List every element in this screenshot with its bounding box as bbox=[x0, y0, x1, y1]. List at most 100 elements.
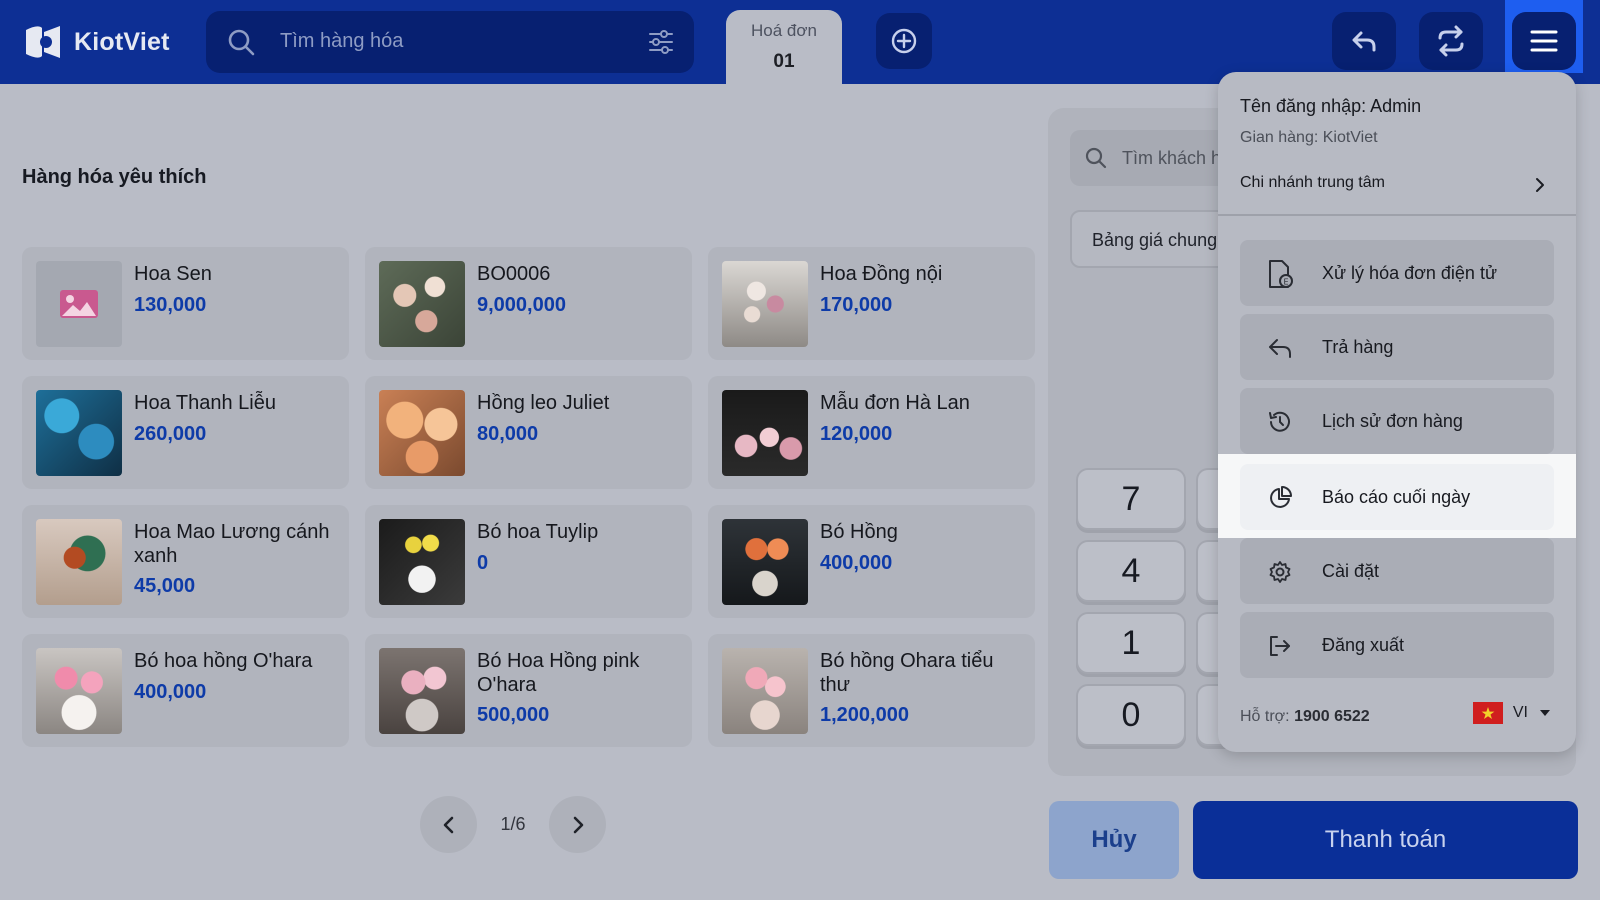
hamburger-icon bbox=[1530, 30, 1558, 52]
undo-button[interactable] bbox=[1332, 12, 1396, 70]
product-card[interactable]: Bó hoa Tuylip 0 bbox=[365, 505, 692, 618]
product-card[interactable]: Hoa Đồng nội 170,000 bbox=[708, 247, 1035, 360]
product-name: Bó hoa hồng O'hara bbox=[134, 650, 313, 672]
product-image bbox=[379, 390, 465, 476]
sync-icon bbox=[1438, 25, 1464, 57]
product-name: Hoa Sen bbox=[134, 263, 212, 285]
product-price: 170,000 bbox=[820, 294, 893, 316]
product-price: 1,200,000 bbox=[820, 704, 909, 726]
plus-circle-icon bbox=[891, 28, 917, 54]
product-image bbox=[36, 519, 122, 605]
menu-item-logout[interactable]: Đăng xuất bbox=[1240, 612, 1554, 678]
return-icon bbox=[1266, 334, 1294, 362]
menu-item-daily-report[interactable]: Báo cáo cuối ngày bbox=[1240, 464, 1554, 530]
product-name: Mẫu đơn Hà Lan bbox=[820, 392, 970, 414]
key-0[interactable]: 0 bbox=[1076, 684, 1186, 746]
product-price: 400,000 bbox=[820, 552, 893, 574]
gear-icon bbox=[1266, 558, 1294, 586]
pagination: 1/6 bbox=[420, 796, 606, 853]
undo-icon bbox=[1352, 31, 1376, 52]
product-price: 130,000 bbox=[134, 294, 207, 316]
next-page-button[interactable] bbox=[549, 796, 606, 853]
product-image bbox=[722, 261, 808, 347]
tab-invoice-01[interactable]: Hoá đơn 01 bbox=[726, 10, 842, 86]
menu-button[interactable] bbox=[1512, 12, 1576, 70]
shop-name: Gian hàng: KiotViet bbox=[1240, 129, 1378, 146]
product-price: 9,000,000 bbox=[477, 294, 566, 316]
brand-logo: KiotViet bbox=[22, 22, 170, 62]
product-image bbox=[379, 261, 465, 347]
product-image bbox=[722, 519, 808, 605]
product-card[interactable]: Bó Hồng 400,000 bbox=[708, 505, 1035, 618]
product-image bbox=[722, 390, 808, 476]
svg-text:E: E bbox=[1284, 278, 1289, 287]
pay-button[interactable]: Thanh toán bbox=[1193, 801, 1578, 879]
menu-item-order-history[interactable]: Lịch sử đơn hàng bbox=[1240, 388, 1554, 454]
menu-item-e-invoice[interactable]: E Xử lý hóa đơn điện tử bbox=[1240, 240, 1554, 306]
product-price: 0 bbox=[477, 552, 489, 574]
menu-item-label: Cài đặt bbox=[1322, 561, 1380, 581]
product-image bbox=[379, 519, 465, 605]
product-image bbox=[36, 390, 122, 476]
caret-down-icon bbox=[1540, 710, 1550, 716]
brand-name: KiotViet bbox=[74, 27, 170, 56]
product-price: 120,000 bbox=[820, 423, 893, 445]
product-price: 400,000 bbox=[134, 681, 207, 703]
product-name: Bó hồng Ohara tiểu thư bbox=[820, 650, 994, 696]
login-username: Tên đăng nhập: Admin bbox=[1240, 96, 1422, 116]
product-name: BO0006 bbox=[477, 263, 551, 285]
product-card[interactable]: Hồng leo Juliet 80,000 bbox=[365, 376, 692, 489]
filter-icon[interactable] bbox=[648, 29, 674, 55]
product-grid: Hoa Sen 130,000 BO0006 9,000,000 Hoa Đồn… bbox=[22, 247, 1035, 747]
product-card[interactable]: Hoa Sen 130,000 bbox=[22, 247, 349, 360]
menu-item-returns[interactable]: Trả hàng bbox=[1240, 314, 1554, 380]
product-name: Bó Hoa Hồng pink O'hara bbox=[477, 650, 640, 696]
product-price: 260,000 bbox=[134, 423, 207, 445]
key-7[interactable]: 7 bbox=[1076, 468, 1186, 530]
branch-selector[interactable]: Chi nhánh trung tâm bbox=[1240, 174, 1385, 192]
divider bbox=[1218, 214, 1576, 216]
chevron-left-icon bbox=[443, 816, 453, 833]
product-card[interactable]: Bó hoa hồng O'hara 400,000 bbox=[22, 634, 349, 747]
tab-number: 01 bbox=[773, 51, 795, 72]
product-search[interactable]: Tìm hàng hóa bbox=[206, 11, 694, 73]
chevron-right-icon bbox=[573, 816, 583, 833]
product-card[interactable]: Mẫu đơn Hà Lan 120,000 bbox=[708, 376, 1035, 489]
search-icon bbox=[1085, 147, 1107, 169]
sync-button[interactable] bbox=[1419, 12, 1483, 70]
product-card[interactable]: Bó Hoa Hồng pink O'hara 500,000 bbox=[365, 634, 692, 747]
product-image bbox=[722, 648, 808, 734]
add-invoice-button[interactable] bbox=[876, 13, 932, 69]
product-card[interactable]: Hoa Thanh Liễu 260,000 bbox=[22, 376, 349, 489]
support-info: Hỗ trợ: 1900 6522 bbox=[1240, 708, 1370, 726]
menu-item-label: Xử lý hóa đơn điện tử bbox=[1322, 263, 1497, 283]
product-name: Bó Hồng bbox=[820, 521, 898, 543]
product-name: Hoa Đồng nội bbox=[820, 263, 943, 285]
menu-item-label: Trả hàng bbox=[1322, 337, 1394, 357]
language-selector[interactable]: VI bbox=[1472, 702, 1552, 724]
search-input[interactable]: Tìm hàng hóa bbox=[280, 30, 403, 53]
tab-label: Hoá đơn bbox=[751, 21, 817, 40]
key-1[interactable]: 1 bbox=[1076, 612, 1186, 674]
key-4[interactable]: 4 bbox=[1076, 540, 1186, 602]
product-name: Bó hoa Tuylip bbox=[477, 521, 599, 543]
product-name: Hoa Mao Lương cánh xanh bbox=[134, 521, 330, 567]
menu-item-settings[interactable]: Cài đặt bbox=[1240, 538, 1554, 604]
report-icon bbox=[1266, 484, 1294, 512]
chevron-right-icon[interactable] bbox=[1534, 176, 1546, 194]
kiotviet-logo-icon bbox=[26, 26, 60, 58]
prev-page-button[interactable] bbox=[420, 796, 477, 853]
cancel-button[interactable]: Hủy bbox=[1049, 801, 1179, 879]
menu-item-label: Đăng xuất bbox=[1322, 635, 1405, 655]
support-phone[interactable]: 1900 6522 bbox=[1294, 708, 1370, 725]
product-price: 80,000 bbox=[477, 423, 539, 445]
product-price: 500,000 bbox=[477, 704, 550, 726]
customer-search-input[interactable]: Tìm khách h bbox=[1122, 148, 1221, 169]
product-image bbox=[379, 648, 465, 734]
product-card[interactable]: BO0006 9,000,000 bbox=[365, 247, 692, 360]
product-card[interactable]: Bó hồng Ohara tiểu thư 1,200,000 bbox=[708, 634, 1035, 747]
support-label: Hỗ trợ: bbox=[1240, 708, 1290, 725]
history-icon bbox=[1266, 408, 1294, 436]
product-card[interactable]: Hoa Mao Lương cánh xanh 45,000 bbox=[22, 505, 349, 618]
product-image bbox=[36, 648, 122, 734]
